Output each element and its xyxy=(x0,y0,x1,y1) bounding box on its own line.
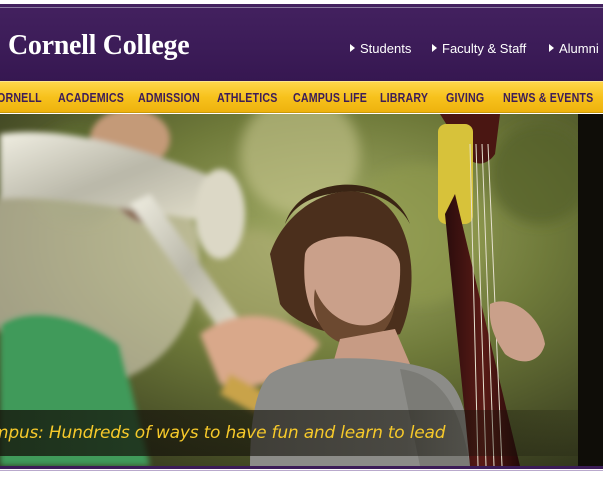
nav-item-admission[interactable]: ADMISSION xyxy=(138,90,200,105)
utility-nav: Students Faculty & Staff Alumni xyxy=(0,41,603,59)
link-alumni-label: Alumni xyxy=(559,41,599,56)
nav-item-academics[interactable]: ACADEMICS xyxy=(58,90,124,105)
triangle-right-icon xyxy=(549,44,554,52)
nav-item-about-cornell[interactable]: ORNELL xyxy=(0,90,42,105)
hero-bottom-bar xyxy=(0,466,603,469)
page-bottom-rule xyxy=(0,470,603,471)
link-alumni[interactable]: Alumni xyxy=(549,41,599,56)
site-header: Cornell College Students Faculty & Staff… xyxy=(0,4,603,81)
nav-item-giving[interactable]: GIVING xyxy=(446,90,484,105)
nav-item-library[interactable]: LIBRARY xyxy=(380,90,428,105)
link-faculty-staff[interactable]: Faculty & Staff xyxy=(432,41,526,56)
main-nav: ORNELL ACADEMICS ADMISSION ATHLETICS CAM… xyxy=(0,81,603,113)
page: Cornell College Students Faculty & Staff… xyxy=(0,0,603,477)
link-faculty-staff-label: Faculty & Staff xyxy=(442,41,527,56)
hero-caption[interactable]: mpus: Hundreds of ways to have fun and l… xyxy=(0,423,446,443)
triangle-right-icon xyxy=(432,44,437,52)
link-students-label: Students xyxy=(360,41,412,56)
nav-item-campus-life[interactable]: CAMPUS LIFE xyxy=(293,90,367,105)
header-top-rule xyxy=(0,7,603,8)
triangle-right-icon xyxy=(350,44,355,52)
nav-item-athletics[interactable]: ATHLETICS xyxy=(217,90,278,105)
link-students[interactable]: Students xyxy=(350,41,411,56)
nav-item-news-events[interactable]: NEWS & EVENTS xyxy=(503,90,593,105)
